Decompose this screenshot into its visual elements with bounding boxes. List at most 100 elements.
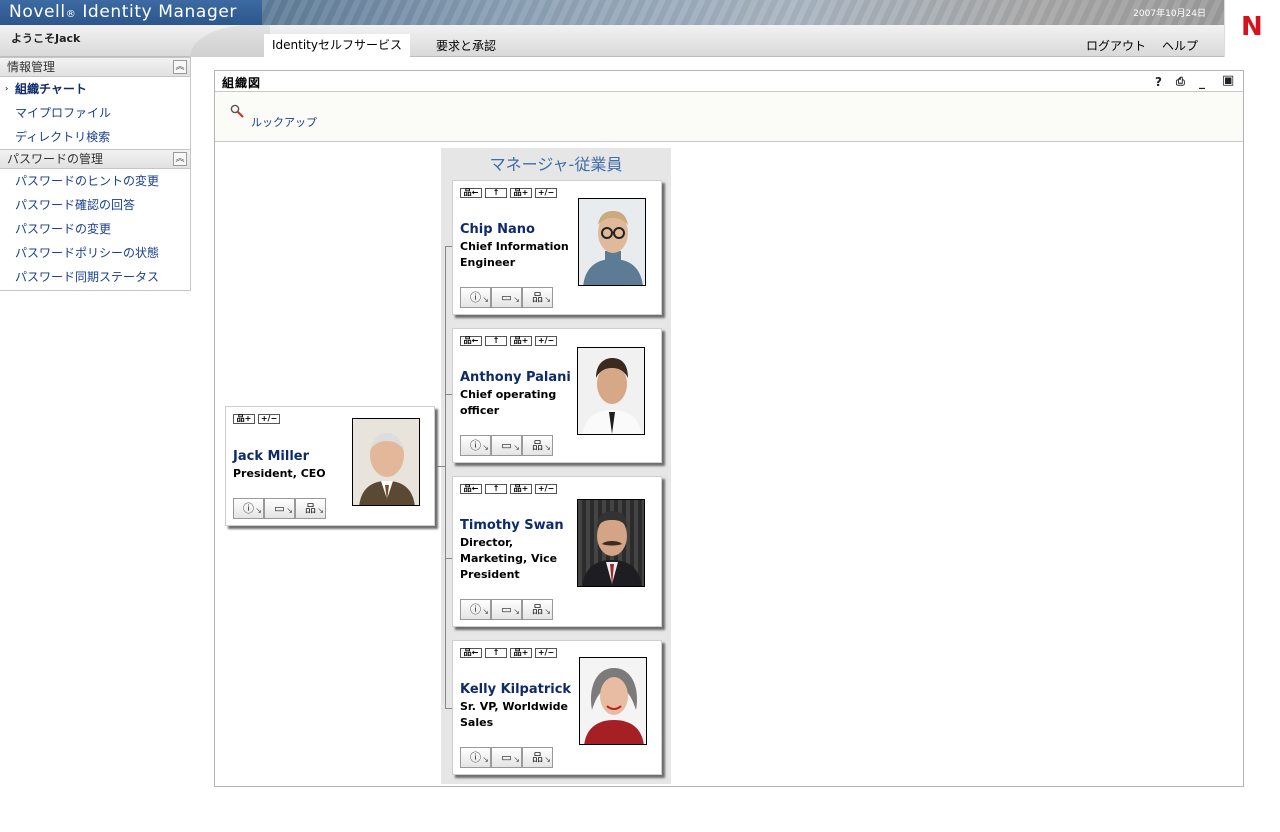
person-title: Director, Marketing, Vice President [460, 535, 557, 583]
portlet-title: 組織図 [222, 76, 262, 90]
sidebar-section-title: 情報管理 [7, 60, 56, 74]
lookup-link[interactable]: ルックアップ [251, 114, 317, 130]
show-manager-icon[interactable]: 品← [460, 188, 482, 198]
sidebar-item-label: 組織チャート [15, 82, 87, 96]
portlet-title-bar: 組織図 ? ⎙ _ ▣ [215, 71, 1243, 92]
sidebar-item-password-sync-status[interactable]: パスワード同期ステータス [0, 265, 190, 289]
title-line: Director, [460, 536, 514, 549]
person-card-report[interactable]: 品← ↑ 品+ +/− Anthony Palani Chief operati… [452, 328, 662, 463]
card-mini-toolbar: 品← ↑ 品+ +/− [460, 336, 557, 346]
person-card-report[interactable]: 品← ↑ 品+ +/− Timothy Swan Director, Marke… [452, 476, 662, 627]
header-date: 2007年10月24日 [1133, 9, 1206, 19]
expand-reports-icon[interactable]: 品+ [510, 188, 532, 198]
card-mini-toolbar: 品+ +/− [233, 414, 280, 424]
email-icon[interactable]: ▭ ↘ [491, 747, 522, 768]
tab-requests-approvals[interactable]: 要求と承認 [436, 37, 496, 54]
show-manager-icon[interactable]: 品← [460, 648, 482, 658]
help-link[interactable]: ヘルプ [1162, 37, 1198, 54]
show-manager-icon[interactable]: 品← [460, 484, 482, 494]
toggle-expand-icon[interactable]: +/− [258, 414, 280, 424]
tree-connector [437, 466, 445, 467]
sidebar-item-directory-search[interactable]: ディレクトリ検索 [0, 125, 190, 149]
org-tree-icon[interactable]: 品 ↘ [522, 435, 553, 456]
card-mini-toolbar: 品← ↑ 品+ +/− [460, 188, 557, 198]
toggle-expand-icon[interactable]: +/− [535, 484, 557, 494]
org-tree-icon[interactable]: 品 ↘ [522, 287, 553, 308]
email-icon[interactable]: ▭ ↘ [491, 435, 522, 456]
sidebar-item-org-chart[interactable]: › 組織チャート [0, 77, 190, 101]
sidebar-item-challenge-response[interactable]: パスワード確認の回答 [0, 193, 190, 217]
welcome-text: ようこそJack [11, 32, 81, 45]
sidebar-item-label: パスワードポリシーの状態 [15, 246, 160, 260]
person-photo [577, 499, 645, 587]
nav-bar: ようこそJack Identityセルフサービス 要求と承認 ログアウト ヘルプ [0, 25, 1224, 57]
move-up-icon[interactable]: ↑ [485, 648, 507, 658]
sidebar-item-my-profile[interactable]: マイプロファイル [0, 101, 190, 125]
expand-reports-icon[interactable]: 品+ [510, 484, 532, 494]
org-tree-icon[interactable]: 品 ↘ [522, 747, 553, 768]
tree-connector [445, 246, 446, 708]
person-card-report[interactable]: 品← ↑ 品+ +/− Kelly Kilpatrick Sr. VP, Wor… [452, 640, 662, 775]
info-icon[interactable]: ⓘ ↘ [460, 747, 491, 768]
person-photo [578, 198, 646, 286]
show-manager-icon[interactable]: 品← [460, 336, 482, 346]
collapse-icon[interactable]: ︽ [173, 152, 187, 166]
sidebar-item-label: パスワードの変更 [15, 222, 112, 236]
tab-identity-self-service[interactable]: Identityセルフサービス [264, 34, 410, 57]
person-name[interactable]: Anthony Palani [460, 370, 571, 385]
move-up-icon[interactable]: ↑ [485, 336, 507, 346]
info-icon[interactable]: ⓘ ↘ [460, 287, 491, 308]
toggle-expand-icon[interactable]: +/− [535, 188, 557, 198]
app-header: Novell® Identity Manager 2007年10月24日 N よ… [0, 0, 1280, 57]
sidebar-item-label: ディレクトリ検索 [15, 130, 111, 144]
person-name[interactable]: Kelly Kilpatrick [460, 682, 571, 697]
person-card-report[interactable]: 品← ↑ 品+ +/− Chip Nano Chief Information … [452, 180, 662, 315]
nav-curve-decoration [190, 25, 270, 57]
card-mini-toolbar: 品← ↑ 品+ +/− [460, 484, 557, 494]
expand-reports-icon[interactable]: 品+ [233, 414, 255, 424]
collapse-icon[interactable]: ︽ [173, 60, 187, 74]
expand-reports-icon[interactable]: 品+ [510, 648, 532, 658]
email-icon[interactable]: ▭ ↘ [264, 498, 295, 519]
portlet-toolbar: ルックアップ [215, 92, 1243, 142]
sidebar-section-info-management[interactable]: 情報管理 ︽ [0, 57, 190, 77]
title-line: Sr. VP, Worldwide [460, 700, 568, 713]
sidebar-section-password-management[interactable]: パスワードの管理 ︽ [0, 149, 190, 169]
sidebar-item-password-policy-status[interactable]: パスワードポリシーの状態 [0, 241, 190, 265]
product-logo: Novell® Identity Manager [0, 0, 262, 25]
move-up-icon[interactable]: ↑ [485, 484, 507, 494]
print-icon[interactable]: ⎙ [1176, 75, 1185, 89]
expand-reports-icon[interactable]: 品+ [510, 336, 532, 346]
card-actions: ⓘ ↘ ▭ ↘ 品 ↘ [460, 287, 553, 308]
person-name[interactable]: Chip Nano [460, 222, 535, 237]
email-icon[interactable]: ▭ ↘ [491, 287, 522, 308]
email-icon[interactable]: ▭ ↘ [491, 599, 522, 620]
magnifier-icon[interactable] [230, 104, 244, 118]
info-icon[interactable]: ⓘ ↘ [460, 435, 491, 456]
logout-link[interactable]: ログアウト [1086, 37, 1146, 54]
card-actions: ⓘ ↘ ▭ ↘ 品 ↘ [460, 747, 553, 768]
toggle-expand-icon[interactable]: +/− [535, 336, 557, 346]
move-up-icon[interactable]: ↑ [485, 188, 507, 198]
maximize-icon[interactable]: ▣ [1222, 73, 1234, 88]
sidebar-item-change-password[interactable]: パスワードの変更 [0, 217, 190, 241]
active-bullet-icon: › [5, 84, 9, 93]
card-actions: ⓘ ↘ ▭ ↘ 品 ↘ [233, 498, 326, 519]
title-line: Chief Information [460, 240, 569, 253]
title-line: officer [460, 404, 500, 417]
person-name[interactable]: Timothy Swan [460, 518, 564, 533]
tree-connector [445, 708, 452, 709]
column-title: マネージャ-従業員 [489, 155, 623, 174]
toggle-expand-icon[interactable]: +/− [535, 648, 557, 658]
help-icon[interactable]: ? [1155, 75, 1162, 89]
info-icon[interactable]: ⓘ ↘ [460, 599, 491, 620]
org-tree-icon[interactable]: 品 ↘ [522, 599, 553, 620]
sidebar-item-change-password-hint[interactable]: パスワードのヒントの変更 [0, 169, 190, 193]
person-name[interactable]: Jack Miller [233, 449, 309, 464]
info-icon[interactable]: ⓘ ↘ [233, 498, 264, 519]
org-tree-icon[interactable]: 品 ↘ [295, 498, 326, 519]
brand-product: Identity Manager [82, 2, 237, 22]
brand-name: Novell [9, 2, 66, 22]
minimize-icon[interactable]: _ [1199, 75, 1205, 89]
person-card-root[interactable]: 品+ +/− Jack Miller President, CEO ⓘ ↘ ▭ ↘ … [225, 406, 435, 526]
